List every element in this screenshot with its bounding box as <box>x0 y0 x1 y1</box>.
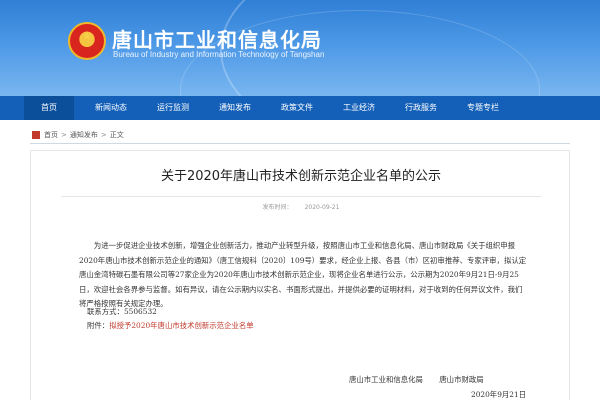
site-header: ★ 唐山市工业和信息化局 Bureau of Industry and Info… <box>0 0 600 96</box>
article-body: 为进一步促进企业技术创新，增强企业创新活力，推动产业转型升级，按照唐山市工业和信… <box>79 241 527 308</box>
nav-item-topics[interactable]: 专题专栏 <box>458 96 508 120</box>
nav-item-services[interactable]: 行政服务 <box>396 96 446 120</box>
breadcrumb-notices[interactable]: 通知发布 <box>70 130 98 140</box>
breadcrumb-separator: > <box>100 131 107 139</box>
breadcrumb-current: 正文 <box>109 131 124 139</box>
article-panel: 关于2020年唐山市技术创新示范企业名单的公示 发布时间： 2020-09-21 … <box>30 150 570 400</box>
publish-date-label: 发布时间： <box>262 204 293 211</box>
home-icon <box>32 131 40 139</box>
contact-info: 联系方式：5506532 <box>87 307 157 316</box>
nav-item-monitoring[interactable]: 运行监测 <box>148 96 198 120</box>
publish-date: 2020-09-21 <box>304 204 340 211</box>
signer-finance: 唐山市财政局 <box>439 375 484 384</box>
national-emblem-icon: ★ <box>68 22 106 60</box>
signers: 唐山市工业和信息化局 唐山市财政局 <box>349 374 498 385</box>
breadcrumb-divider <box>30 143 570 144</box>
breadcrumb: 首页 > 通知发布 > 正文 <box>32 128 124 142</box>
site-subtitle: Bureau of Industry and Information Techn… <box>113 50 325 59</box>
site-title[interactable]: 唐山市工业和信息化局 <box>112 24 322 53</box>
nav-item-notices[interactable]: 通知发布 <box>210 96 260 120</box>
nav-item-policy[interactable]: 政策文件 <box>272 96 322 120</box>
attachment-label: 附件： <box>87 321 110 330</box>
breadcrumb-separator: > <box>61 131 67 139</box>
nav-item-industry[interactable]: 工业经济 <box>334 96 384 120</box>
attachment: 附件：拟授予2020年唐山市技术创新示范企业名单 <box>87 320 254 331</box>
signer-bureau: 唐山市工业和信息化局 <box>349 375 423 384</box>
nav-item-news[interactable]: 新闻动态 <box>86 96 136 120</box>
attachment-link[interactable]: 拟授予2020年唐山市技术创新示范企业名单 <box>109 321 253 330</box>
meta-divider <box>61 196 541 197</box>
breadcrumb-home[interactable]: 首页 <box>44 130 58 140</box>
main-nav: 首页 新闻动态 运行监测 通知发布 政策文件 工业经济 行政服务 专题专栏 <box>0 96 600 120</box>
sign-date: 2020年9月21日 <box>471 390 527 399</box>
nav-item-home[interactable]: 首页 <box>24 96 74 120</box>
article-meta: 发布时间： 2020-09-21 <box>31 202 571 211</box>
article-title: 关于2020年唐山市技术创新示范企业名单的公示 <box>160 169 442 184</box>
